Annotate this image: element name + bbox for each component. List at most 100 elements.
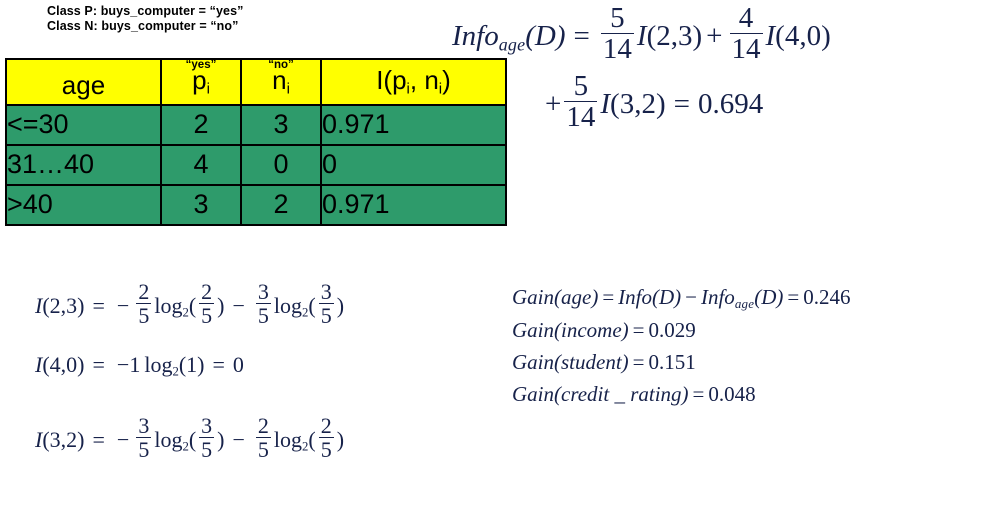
gain-label: Gain bbox=[512, 382, 554, 406]
log-label: log bbox=[154, 427, 183, 453]
gain-equation-credit-rating: Gain(credit _ rating) = 0.048 bbox=[512, 382, 756, 407]
gain-equation-student: Gain(student) = 0.151 bbox=[512, 350, 696, 375]
fraction-4-14: 4 14 bbox=[729, 2, 763, 65]
equals-sign: = bbox=[573, 19, 590, 52]
fraction-denominator: 5 bbox=[136, 303, 152, 328]
fraction-denominator: 5 bbox=[255, 437, 271, 462]
fraction-3-5: 35 bbox=[136, 413, 152, 462]
minus-sign: − bbox=[232, 427, 245, 453]
fraction-2-5: 25 bbox=[255, 413, 271, 462]
entropy-result: 0 bbox=[232, 352, 244, 377]
fraction-denominator: 14 bbox=[600, 33, 634, 65]
column-header-age: age bbox=[5, 58, 162, 106]
fraction-denominator: 5 bbox=[199, 437, 215, 462]
entropy-equation-i40: I(4,0) = −1 log2(1) = 0 bbox=[35, 352, 244, 380]
column-header-info-part1: I(p bbox=[376, 65, 407, 95]
column-header-info: I(pi, ni) bbox=[320, 58, 507, 106]
info-label: Info bbox=[618, 285, 652, 309]
fraction-numerator: 2 bbox=[201, 279, 213, 304]
cell-age: <=30 bbox=[5, 103, 162, 146]
age-statistics-table: age “yes” pi “no” ni I(pi, ni) <=30 2 3 … bbox=[5, 58, 507, 226]
table-row: >40 3 2 0.971 bbox=[5, 183, 507, 226]
paren-open: ( bbox=[308, 293, 316, 319]
fraction-denominator: 5 bbox=[318, 303, 334, 328]
class-n-line: Class N: buys_computer = “no” bbox=[47, 19, 239, 33]
fraction-numerator: 3 bbox=[138, 413, 150, 438]
gain-equation-income: Gain(income) = 0.029 bbox=[512, 318, 696, 343]
table-row: 31…40 4 0 0 bbox=[5, 143, 507, 186]
cell-age: >40 bbox=[5, 183, 162, 226]
gain-argument: (income) bbox=[554, 318, 629, 342]
info-argument: (D) bbox=[754, 285, 784, 309]
fraction-denominator: 5 bbox=[318, 437, 334, 462]
fraction-numerator: 3 bbox=[257, 279, 269, 304]
gain-argument: (age) bbox=[554, 285, 599, 309]
cell-info: 0 bbox=[320, 143, 507, 186]
table-row: <=30 2 3 0.971 bbox=[5, 103, 507, 146]
minus-one: −1 bbox=[116, 352, 141, 377]
column-header-pi-symbol: p bbox=[192, 65, 207, 95]
equals-sign: = bbox=[673, 87, 690, 120]
table-header-row: age “yes” pi “no” ni I(pi, ni) bbox=[5, 58, 507, 106]
fraction-3-5: 35 bbox=[255, 279, 271, 327]
column-header-ni-symbol: n bbox=[272, 65, 287, 95]
entropy-arguments: (4,0) bbox=[42, 352, 85, 377]
column-header-info-part2: , n bbox=[409, 65, 439, 95]
fraction-numerator: 4 bbox=[738, 2, 754, 34]
log-label: log bbox=[144, 352, 173, 377]
fraction-numerator: 5 bbox=[610, 2, 625, 34]
minus-sign: − bbox=[116, 293, 130, 319]
entropy-arguments: (4,0) bbox=[775, 19, 831, 52]
info-label: Info bbox=[700, 285, 735, 309]
info-label: Info bbox=[452, 19, 499, 52]
fraction-2-5: 25 bbox=[199, 279, 215, 327]
cell-info: 0.971 bbox=[320, 103, 507, 146]
paren-open: ( bbox=[308, 427, 316, 453]
fraction-denominator: 5 bbox=[136, 437, 152, 462]
info-subscript-age: age bbox=[734, 295, 755, 311]
equals-sign: = bbox=[602, 285, 615, 309]
gain-label: Gain bbox=[512, 350, 554, 374]
gain-argument: (credit _ rating) bbox=[554, 382, 689, 406]
column-header-ni-subscript: i bbox=[286, 80, 290, 98]
entropy-arguments: (2,3) bbox=[42, 293, 85, 319]
info-subscript-age: age bbox=[498, 34, 526, 55]
equals-sign: = bbox=[92, 352, 105, 377]
equals-sign: = bbox=[632, 318, 645, 342]
entropy-arguments: (3,2) bbox=[610, 87, 666, 120]
equals-sign: = bbox=[212, 352, 225, 377]
gain-value: 0.151 bbox=[648, 350, 696, 374]
info-age-result: 0.694 bbox=[697, 87, 764, 120]
log-label: log bbox=[154, 293, 183, 319]
fraction-denominator: 14 bbox=[729, 33, 763, 65]
entropy-function: I bbox=[600, 87, 611, 120]
gain-label: Gain bbox=[512, 318, 554, 342]
log-label: log bbox=[273, 427, 303, 453]
cell-ni: 0 bbox=[240, 143, 322, 186]
plus-sign: + bbox=[706, 19, 723, 52]
column-header-pi: “yes” pi bbox=[160, 58, 242, 106]
class-p-line: Class P: buys_computer = “yes” bbox=[47, 4, 244, 18]
entropy-function: I bbox=[765, 19, 776, 52]
cell-ni: 3 bbox=[240, 103, 322, 146]
entropy-arguments: (3,2) bbox=[42, 427, 85, 453]
fraction-3-5: 35 bbox=[318, 281, 334, 328]
equals-sign: = bbox=[632, 350, 645, 374]
info-argument: (D) bbox=[651, 285, 682, 309]
equals-sign: = bbox=[92, 427, 105, 453]
cell-pi: 4 bbox=[160, 143, 242, 186]
fraction-numerator: 2 bbox=[257, 413, 269, 438]
cell-pi: 2 bbox=[160, 103, 242, 146]
entropy-function: I bbox=[636, 19, 647, 52]
info-age-equation-line1: Infoage(D) = 5 14 I(2,3) +4 14 I(4,0) bbox=[452, 2, 831, 65]
column-header-pi-subscript: i bbox=[206, 80, 210, 98]
fraction-3-5: 35 bbox=[199, 413, 215, 462]
fraction-numerator: 2 bbox=[138, 279, 150, 304]
minus-sign: − bbox=[232, 293, 245, 319]
gain-label: Gain bbox=[512, 285, 554, 309]
fraction-numerator: 3 bbox=[201, 413, 213, 438]
paren-close: ) bbox=[336, 427, 345, 453]
paren-close: ) bbox=[336, 293, 345, 319]
column-header-ni: “no” ni bbox=[240, 58, 322, 106]
fraction-numerator: 5 bbox=[573, 70, 589, 102]
